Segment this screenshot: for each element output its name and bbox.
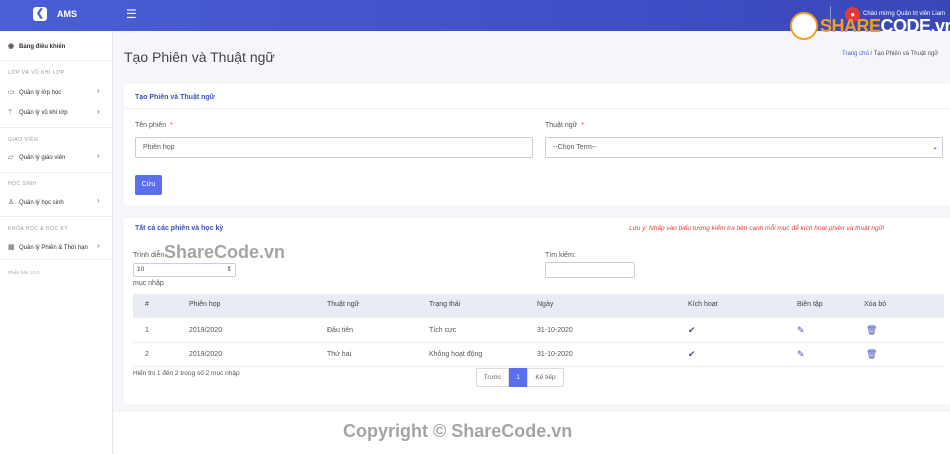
cell-date: 31-10-2020 bbox=[537, 327, 573, 334]
student-icon: ♙ bbox=[8, 199, 15, 206]
table-header: # Phiên họp Thuật ngữ Trạng thái Ngày Kí… bbox=[133, 294, 944, 318]
edit-icon[interactable]: ✎ bbox=[797, 349, 805, 360]
sidebar-item-manage-weapon[interactable]: ᛘ Quản lý vũ khí lớp bbox=[8, 109, 68, 116]
col-header-status[interactable]: Trạng thái bbox=[429, 301, 460, 308]
monitor-icon: ▭ bbox=[8, 89, 15, 96]
chevron-right-icon[interactable]: › bbox=[97, 241, 100, 250]
check-icon[interactable]: ✔ bbox=[688, 349, 696, 360]
create-card-title: Tạo Phiên và Thuật ngữ bbox=[135, 94, 215, 101]
cell-session: 2019/2020 bbox=[189, 327, 223, 334]
sharecode-logo-text: SHARECODE.vn bbox=[820, 16, 950, 36]
sidebar-item-manage-class[interactable]: ▭ Quản lý lớp học bbox=[8, 88, 61, 96]
sharecode-logo-icon bbox=[790, 12, 818, 40]
sidebar-divider bbox=[0, 259, 113, 260]
entries-label: mục nhập bbox=[133, 280, 164, 287]
breadcrumb-current: Tạo Phiên và Thuật ngữ bbox=[873, 51, 939, 57]
calendar-icon: ▦ bbox=[8, 244, 15, 251]
check-icon[interactable]: ✔ bbox=[688, 325, 696, 336]
cell-status: Không hoạt động bbox=[429, 351, 483, 358]
trash-icon[interactable]: 🗑 bbox=[866, 349, 877, 360]
edit-icon[interactable]: ✎ bbox=[797, 325, 805, 336]
sidebar-item-manage-session[interactable]: ▦ Quản lý Phiên & Thời hạn bbox=[8, 243, 88, 251]
chevron-right-icon[interactable]: › bbox=[97, 107, 100, 116]
breadcrumb-home-link[interactable]: Trang chủ bbox=[842, 51, 869, 57]
watermark-bottom: Copyright © ShareCode.vn bbox=[343, 421, 573, 441]
sidebar-divider bbox=[0, 216, 113, 217]
prev-page-button[interactable]: Trước bbox=[476, 368, 509, 387]
cell-number: 2 bbox=[145, 351, 149, 358]
search-input[interactable] bbox=[545, 262, 635, 278]
sidebar-section-class: LỚP VÀ VŨ KHÍ LỚP bbox=[8, 70, 65, 76]
select-arrows-icon: ⇕ bbox=[226, 266, 232, 273]
col-header-date[interactable]: Ngày bbox=[537, 301, 553, 308]
sharecode-logo: SHARECODE.vn bbox=[790, 12, 950, 42]
sidebar-section-student: HỌC SINH bbox=[8, 181, 37, 187]
sidebar-divider bbox=[0, 172, 113, 173]
table-row: 2 2019/2020 Thứ hai Không hoạt động 31-1… bbox=[133, 343, 944, 367]
sidebar-item-dashboard[interactable]: ◉ Bảng điều khiển bbox=[8, 42, 65, 50]
app-logo-icon[interactable]: ❮ bbox=[33, 7, 47, 21]
session-name-label: Tên phiên * bbox=[135, 122, 173, 129]
chalkboard-icon: ▱ bbox=[8, 154, 14, 161]
cell-session: 2019/2020 bbox=[189, 351, 223, 358]
breadcrumb: Trang chủ / Tạo Phiên và Thuật ngữ bbox=[842, 51, 939, 57]
hamburger-menu-icon[interactable]: ☰ bbox=[126, 7, 137, 21]
cell-number: 1 bbox=[145, 327, 149, 334]
col-header-session[interactable]: Phiên họp bbox=[189, 301, 221, 308]
branch-icon: ᛘ bbox=[8, 109, 13, 116]
table-row: 1 2019/2020 Đầu tiên Tích cực 31-10-2020… bbox=[133, 319, 944, 343]
session-name-input[interactable]: Phiên họp bbox=[135, 137, 533, 158]
sidebar: ◉ Bảng điều khiển LỚP VÀ VŨ KHÍ LỚP ▭ Quản… bbox=[0, 31, 113, 454]
table-info: Hiển thị 1 đến 2 trong số 2 mục nhập bbox=[133, 370, 240, 377]
dashboard-icon: ◉ bbox=[8, 43, 15, 50]
cell-status: Tích cực bbox=[429, 327, 457, 334]
chevron-right-icon[interactable]: › bbox=[97, 151, 100, 160]
trash-icon[interactable]: 🗑 bbox=[866, 325, 877, 336]
next-page-button[interactable]: Kế tiếp bbox=[527, 368, 564, 387]
chevron-right-icon[interactable]: › bbox=[97, 196, 100, 205]
version-text: Phiên bản 1.0.0 bbox=[8, 270, 40, 275]
show-entries-label: Trình diễn bbox=[133, 252, 165, 259]
col-header-activate[interactable]: Kích hoạt bbox=[688, 301, 718, 308]
cell-date: 31-10-2020 bbox=[537, 351, 573, 358]
col-header-term[interactable]: Thuật ngữ bbox=[327, 301, 359, 308]
term-label: Thuật ngữ * bbox=[545, 122, 584, 129]
page-title: Tạo Phiên và Thuật ngữ bbox=[124, 49, 275, 65]
sidebar-item-manage-student[interactable]: ♙ Quản lý học sinh bbox=[8, 198, 64, 206]
sidebar-divider bbox=[0, 60, 113, 61]
search-label: Tìm kiếm: bbox=[545, 252, 576, 259]
chevron-right-icon[interactable]: › bbox=[97, 86, 100, 95]
watermark-top: ShareCode.vn bbox=[164, 242, 286, 262]
sidebar-divider bbox=[0, 127, 113, 128]
col-header-edit[interactable]: Biên tập bbox=[797, 301, 823, 308]
sidebar-item-manage-teacher[interactable]: ▱ Quản lý giáo viên bbox=[8, 153, 65, 161]
col-header-delete[interactable]: Xóa bỏ bbox=[864, 301, 886, 308]
brand-name[interactable]: AMS bbox=[57, 9, 77, 19]
col-header-number[interactable]: # bbox=[145, 301, 149, 308]
chevron-down-icon: ⌄ bbox=[932, 144, 938, 151]
cell-term: Đầu tiên bbox=[327, 327, 354, 334]
term-select[interactable]: --Chọn Term-- ⌄ bbox=[545, 137, 943, 158]
entries-select[interactable]: 10 ⇕ bbox=[133, 263, 236, 277]
save-button[interactable]: Cứu bbox=[135, 175, 162, 195]
activation-note: Lưu ý: Nhấp vào biểu tượng kiểm tra bên … bbox=[629, 225, 885, 232]
cell-term: Thứ hai bbox=[327, 351, 352, 358]
sidebar-section-teacher: GIÁO VIÊN bbox=[8, 137, 39, 143]
sidebar-section-session: KHÓA HỌC & HỌC KỲ bbox=[8, 226, 69, 232]
list-card-title: Tất cả các phiên và học kỳ bbox=[135, 225, 224, 232]
create-session-card: Tạo Phiên và Thuật ngữ Tên phiên * Phiên… bbox=[124, 84, 950, 205]
page-1-button[interactable]: 1 bbox=[509, 368, 527, 387]
card-divider bbox=[124, 108, 950, 109]
